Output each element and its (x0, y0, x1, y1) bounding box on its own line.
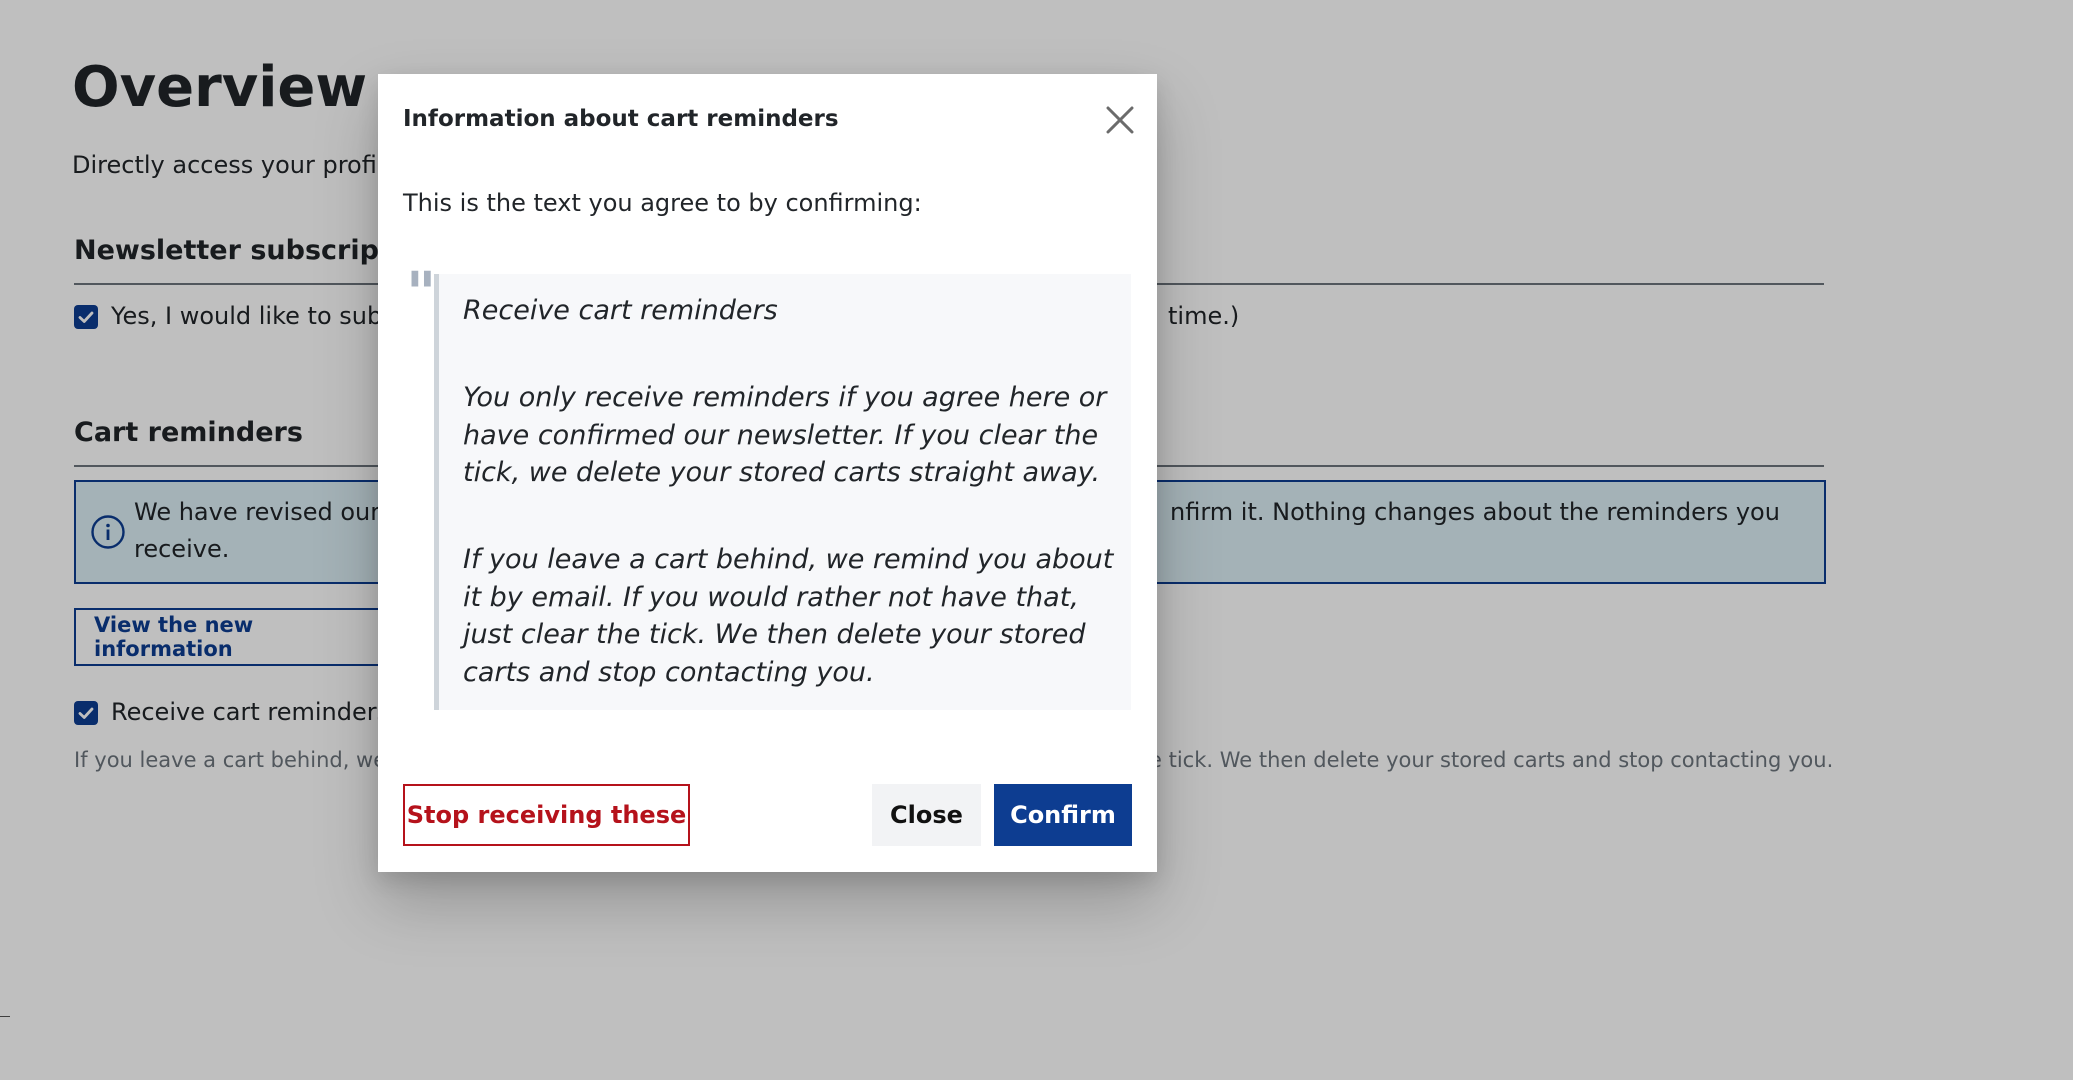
close-icon (1106, 106, 1134, 134)
close-button[interactable]: Close (872, 784, 981, 846)
dialog-title: Information about cart reminders (403, 106, 839, 132)
quote-heading: Receive cart reminders (463, 295, 778, 326)
cart-reminders-info-dialog: Information about cart reminders This is… (378, 74, 1157, 872)
stop-receiving-button[interactable]: Stop receiving these (403, 784, 690, 846)
quote-icon: " (406, 259, 437, 327)
quote-paragraph-2: If you leave a cart behind, we remind yo… (463, 544, 1114, 688)
confirm-button[interactable]: Confirm (994, 784, 1132, 846)
dialog-intro-text: This is the text you agree to by confirm… (403, 189, 922, 217)
dialog-close-button[interactable] (1100, 100, 1140, 140)
consent-quote-block: Receive cart reminders You only receive … (434, 274, 1131, 710)
quote-paragraph-1: You only receive reminders if you agree … (463, 382, 1107, 488)
